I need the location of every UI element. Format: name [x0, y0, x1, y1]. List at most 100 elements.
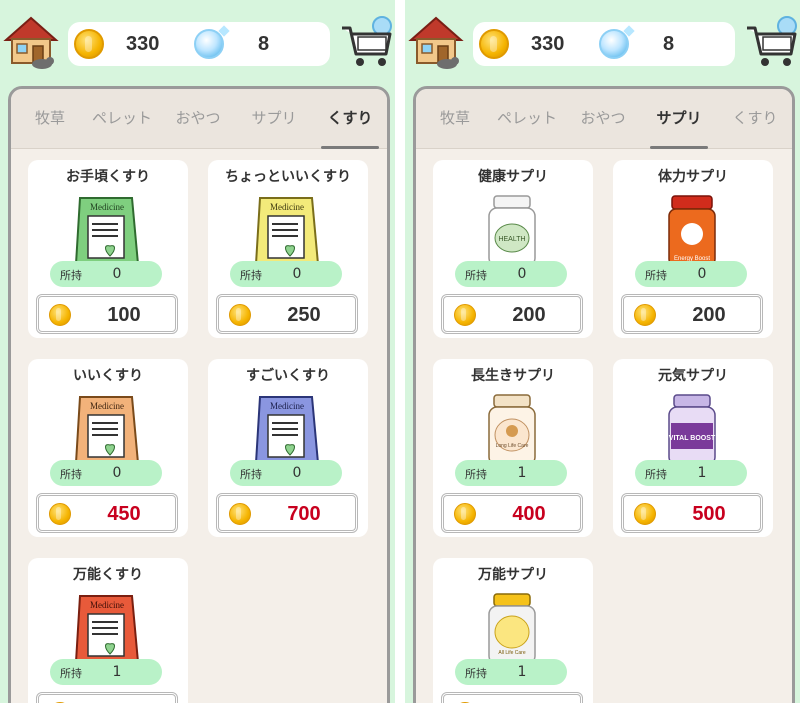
owned-count: 0: [292, 465, 302, 481]
supplement-shop-screen: 330 8 牧草 ペレット おやつ サプリ くすり 健康サプリ HEALTH 所…: [405, 0, 800, 703]
tab-supplement[interactable]: サプリ: [644, 107, 714, 149]
owned-label: 所持: [645, 468, 667, 481]
shop-item-card[interactable]: 体力サプリ Energy Boost 所持 0 200: [613, 160, 773, 338]
owned-count-pill: 所持 0: [455, 261, 567, 287]
coin-icon: [454, 304, 476, 326]
svg-text:VITAL BOOST: VITAL BOOST: [669, 435, 716, 442]
buy-button[interactable]: 250: [216, 294, 358, 334]
owned-label: 所持: [60, 468, 82, 481]
svg-text:Medicine: Medicine: [90, 401, 124, 411]
tab-medicine[interactable]: くすり: [720, 107, 790, 149]
item-panel: 牧草 ペレット おやつ サプリ くすり 健康サプリ HEALTH 所持 0 20…: [413, 86, 795, 703]
coin-icon: [49, 503, 71, 525]
owned-count: 1: [697, 465, 707, 481]
shop-item-card[interactable]: 元気サプリ VITAL BOOST 所持 1 500: [613, 359, 773, 537]
owned-count: 0: [112, 266, 122, 282]
shop-item-card[interactable]: すごいくすり Medicine 所持 0 700: [208, 359, 368, 537]
owned-count: 1: [517, 465, 527, 481]
screen-divider: [395, 0, 405, 703]
blue-medicine-bag-icon: Medicine: [254, 393, 320, 465]
shop-item-card[interactable]: いいくすり Medicine 所持 0 450: [28, 359, 188, 537]
green-medicine-bag-icon: Medicine: [74, 194, 140, 266]
shop-item-card[interactable]: 健康サプリ HEALTH 所持 0 200: [433, 160, 593, 338]
item-name: すごいくすり: [246, 368, 330, 384]
price: 100: [107, 304, 141, 326]
svg-text:Long Life Care: Long Life Care: [496, 443, 529, 449]
house-icon[interactable]: [2, 14, 60, 70]
shop-item-card[interactable]: 万能くすり Medicine 所持 1: [28, 558, 188, 703]
gem-icon: [194, 29, 224, 59]
category-tabs: 牧草 ペレット おやつ サプリ くすり: [416, 89, 792, 149]
owned-count-pill: 所持 0: [230, 261, 342, 287]
coin-count: 330: [531, 33, 565, 55]
shop-item-card[interactable]: 万能サプリ All Life Care 所持 1: [433, 558, 593, 703]
price: 250: [287, 304, 321, 326]
currency-bar: 330 8: [68, 22, 330, 66]
coin-icon: [634, 503, 656, 525]
price: 200: [692, 304, 726, 326]
owned-label: 所持: [60, 269, 82, 282]
gem-count: 8: [663, 33, 675, 55]
owned-count-pill: 所持 0: [635, 261, 747, 287]
owned-count-pill: 所持 0: [50, 261, 162, 287]
top-bar: 330 8: [0, 0, 395, 82]
top-bar: 330 8: [405, 0, 800, 82]
buy-button[interactable]: 700: [216, 493, 358, 533]
item-name: ちょっといいくすり: [225, 169, 351, 185]
coin-icon: [74, 29, 104, 59]
svg-text:HEALTH: HEALTH: [498, 236, 525, 243]
tab-pellet[interactable]: ペレット: [87, 107, 157, 149]
tab-supplement[interactable]: サプリ: [239, 107, 309, 149]
house-icon[interactable]: [407, 14, 465, 70]
red-medicine-bag-icon: Medicine: [74, 592, 140, 664]
tab-pellet[interactable]: ペレット: [492, 107, 562, 149]
gem-count: 8: [258, 33, 270, 55]
owned-count-pill: 所持 0: [230, 460, 342, 486]
shopping-cart-icon[interactable]: [338, 14, 394, 72]
buy-button[interactable]: 200: [441, 294, 583, 334]
svg-text:Medicine: Medicine: [90, 600, 124, 610]
long-life-supplement-bottle-icon: Long Life Care: [479, 393, 545, 466]
owned-count-pill: 所持 0: [50, 460, 162, 486]
tab-snack[interactable]: おやつ: [163, 107, 233, 149]
owned-label: 所持: [465, 468, 487, 481]
owned-count-pill: 所持 1: [455, 460, 567, 486]
health-supplement-bottle-icon: HEALTH: [479, 194, 545, 267]
orange-medicine-bag-icon: Medicine: [74, 393, 140, 465]
owned-count-pill: 所持 1: [455, 659, 567, 685]
owned-label: 所持: [465, 269, 487, 282]
price: 700: [287, 503, 321, 525]
svg-text:Medicine: Medicine: [270, 202, 304, 212]
coin-icon: [454, 503, 476, 525]
buy-button[interactable]: 100: [36, 294, 178, 334]
owned-count: 0: [292, 266, 302, 282]
owned-count: 0: [112, 465, 122, 481]
tab-medicine[interactable]: くすり: [315, 107, 385, 149]
yellow-medicine-bag-icon: Medicine: [254, 194, 320, 266]
tab-hay[interactable]: 牧草: [420, 107, 490, 149]
owned-label: 所持: [60, 667, 82, 680]
svg-text:Medicine: Medicine: [90, 202, 124, 212]
shop-item-card[interactable]: 長生きサプリ Long Life Care 所持 1 400: [433, 359, 593, 537]
buy-button[interactable]: [441, 692, 583, 703]
owned-count-pill: 所持 1: [635, 460, 747, 486]
buy-button[interactable]: 500: [621, 493, 763, 533]
item-name: 万能サプリ: [478, 567, 548, 583]
shop-item-card[interactable]: ちょっといいくすり Medicine 所持 0 250: [208, 160, 368, 338]
price: 450: [107, 503, 141, 525]
owned-label: 所持: [240, 269, 262, 282]
price: 400: [512, 503, 546, 525]
shopping-cart-icon[interactable]: [743, 14, 799, 72]
owned-count-pill: 所持 1: [50, 659, 162, 685]
buy-button[interactable]: 400: [441, 493, 583, 533]
buy-button[interactable]: 200: [621, 294, 763, 334]
shop-item-card[interactable]: お手頃くすり Medicine 所持 0 100: [28, 160, 188, 338]
item-name: 元気サプリ: [658, 368, 728, 384]
tab-hay[interactable]: 牧草: [15, 107, 85, 149]
item-name: 万能くすり: [73, 567, 143, 583]
buy-button[interactable]: [36, 692, 178, 703]
energy-supplement-bottle-icon: Energy Boost: [659, 194, 725, 267]
tab-snack[interactable]: おやつ: [568, 107, 638, 149]
buy-button[interactable]: 450: [36, 493, 178, 533]
gem-icon: [599, 29, 629, 59]
